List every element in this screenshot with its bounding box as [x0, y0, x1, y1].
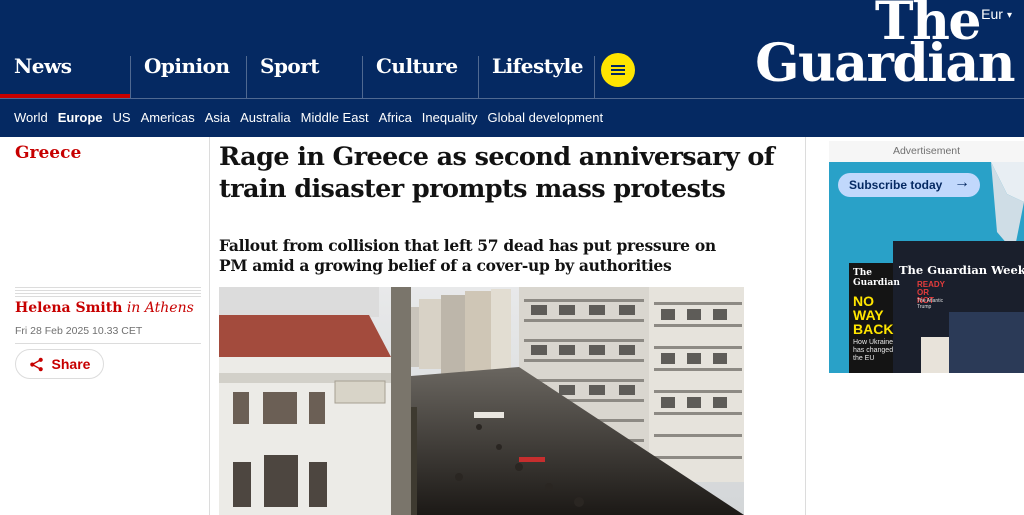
subnav-americas[interactable]: Americas — [141, 110, 195, 125]
author-link[interactable]: Helena Smith — [15, 300, 122, 316]
pillar-news[interactable]: News — [0, 48, 130, 98]
column-divider-left — [209, 137, 210, 515]
back-cover-headline: NO WAY BACK — [853, 293, 894, 337]
advertisement-slot: Advertisement Subscribe today → The Guar… — [829, 141, 1024, 373]
back-cover-masthead: The Guardian — [853, 268, 900, 288]
share-icon — [29, 357, 43, 371]
publish-date[interactable]: Fri 28 Feb 2025 10.33 CET — [15, 325, 142, 337]
subnav-europe[interactable]: Europe — [58, 110, 103, 125]
pillar-sport[interactable]: Sport — [246, 48, 362, 98]
pillar-nav: News Opinion Sport Culture Lifestyle — [0, 48, 654, 98]
protest-crowd-photo — [219, 287, 744, 515]
subnav-global-development[interactable]: Global development — [487, 110, 603, 125]
subnav-africa[interactable]: Africa — [379, 110, 412, 125]
article-headline: Rage in Greece as second anniversary of … — [219, 142, 775, 204]
front-cover-subhead: The Atlantic Trump — [917, 298, 944, 310]
subnav-divider — [0, 98, 1024, 99]
pillar-opinion[interactable]: Opinion — [130, 48, 246, 98]
subnav-world[interactable]: World — [14, 110, 48, 125]
hamburger-icon — [611, 65, 625, 75]
subnav-middle-east[interactable]: Middle East — [301, 110, 369, 125]
menu-container — [594, 48, 654, 98]
section-label[interactable]: Greece — [15, 143, 81, 163]
meta-divider — [15, 343, 201, 344]
subnav-inequality[interactable]: Inequality — [422, 110, 478, 125]
subnav-us[interactable]: US — [113, 110, 131, 125]
pillar-lifestyle[interactable]: Lifestyle — [478, 48, 594, 98]
subnav-australia[interactable]: Australia — [240, 110, 291, 125]
article-standfirst: Fallout from collision that left 57 dead… — [219, 236, 716, 275]
front-cover-masthead: The Guardian Weekly — [899, 263, 1024, 277]
arrow-right-icon: → — [954, 174, 970, 191]
menu-button[interactable] — [601, 53, 635, 87]
subnav: World Europe US Americas Asia Australia … — [14, 110, 613, 125]
back-cover-subhead: How Ukraine has changed the EU — [853, 339, 894, 362]
share-label: Share — [51, 356, 91, 372]
share-button[interactable]: Share — [15, 349, 104, 379]
masthead: Eur ▾ The Guardian News Opinion Sport Cu… — [0, 0, 1024, 137]
logo-line-2: Guardian — [755, 33, 1015, 94]
meta-divider-dots — [15, 287, 201, 297]
subscription-ad[interactable]: Subscribe today → The Guardian NO WAY BA… — [829, 162, 1024, 373]
column-divider-right — [805, 137, 806, 515]
article-main-image[interactable] — [219, 287, 744, 515]
pillar-culture[interactable]: Culture — [362, 48, 478, 98]
subnav-asia[interactable]: Asia — [205, 110, 230, 125]
subscribe-button[interactable]: Subscribe today → — [838, 173, 980, 197]
byline: Helena Smith in Athens — [15, 300, 194, 316]
subscribe-label: Subscribe today — [849, 178, 943, 192]
guardian-logo[interactable]: The Guardian — [734, 0, 1015, 94]
ad-label: Advertisement — [892, 145, 961, 157]
author-location: in Athens — [126, 300, 194, 316]
